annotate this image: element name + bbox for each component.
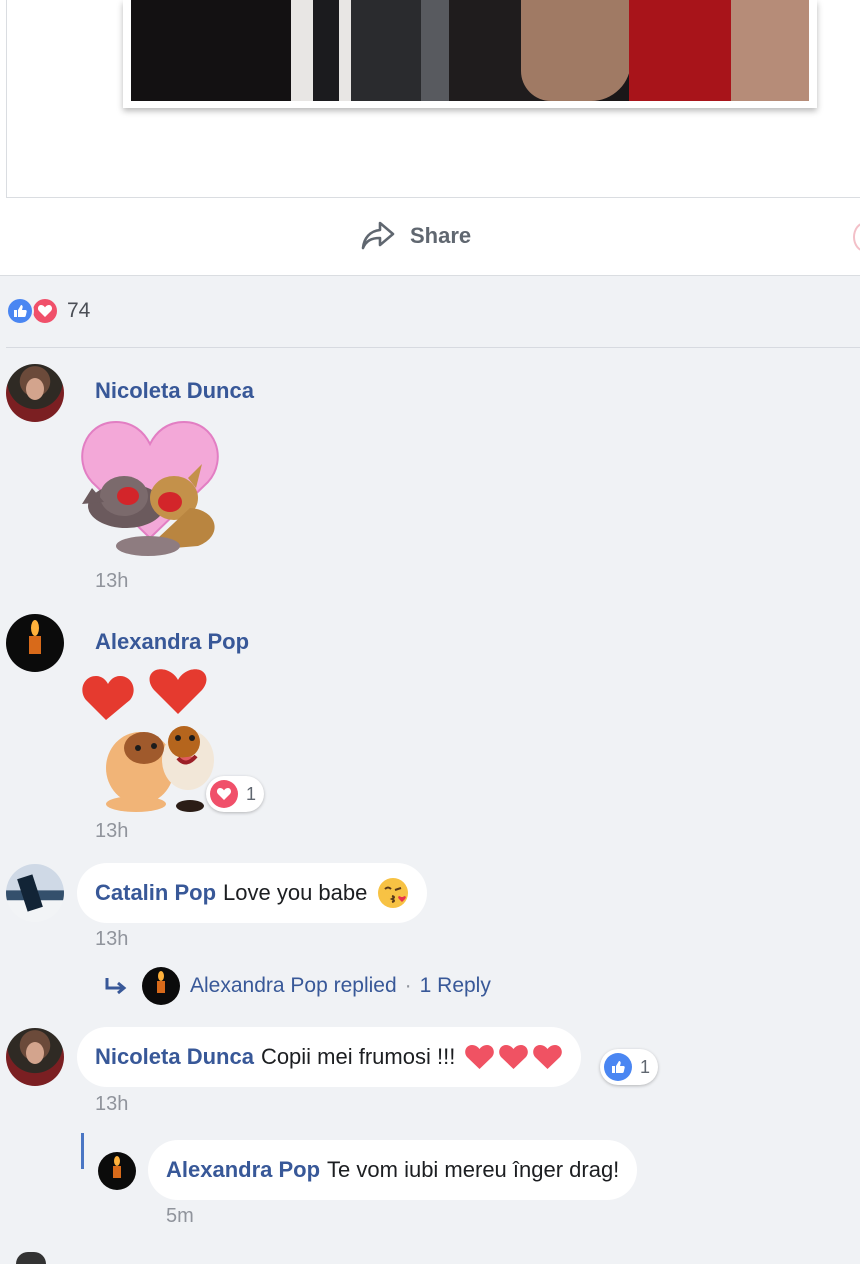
reaction-count: 1 [640,1056,651,1077]
reactions-summary[interactable]: 74 [6,296,90,326]
reply-time[interactable]: 5m [166,1205,194,1228]
replies-summary-text[interactable]: Alexandra Pop replied [190,974,397,998]
comment-time[interactable]: 13h [95,928,128,951]
avatar[interactable] [6,1028,64,1086]
replies-count[interactable]: 1 Reply [420,974,491,998]
love-reaction-icon [210,780,238,808]
avatar[interactable] [16,1252,46,1264]
comment-time[interactable]: 13h [95,570,128,593]
reply-thread-line [81,1133,84,1169]
sticker-image [78,418,228,568]
partial-avatar-icon [853,222,860,252]
comment-reaction-badge[interactable]: 1 [600,1049,659,1085]
comment-author[interactable]: Nicoleta Dunca [95,1044,254,1070]
shared-photo[interactable] [123,0,817,108]
share-label: Share [410,223,472,248]
comment-author[interactable]: Nicoleta Dunca [95,378,254,404]
comment-text: Love you babe [223,880,368,905]
separator-dot: · [404,974,412,997]
share-icon [361,221,395,250]
divider [6,347,860,348]
candle-icon [113,1156,121,1179]
view-replies-link[interactable]: Alexandra Pop replied · 1 Reply [104,966,491,1006]
photo-image[interactable] [131,0,809,101]
heart-icon [499,1045,529,1069]
comment-text: Copii mei frumosi !!! [260,1044,456,1069]
comment-author[interactable]: Alexandra Pop [95,629,249,655]
heart-emoji-group [461,1043,563,1071]
comment-time[interactable]: 13h [95,820,128,843]
reply-author[interactable]: Alexandra Pop [166,1157,320,1183]
post-card: Share [0,0,860,275]
like-reaction-icon [6,297,34,325]
comment-author[interactable]: Catalin Pop [95,880,216,906]
candle-icon [29,620,41,655]
candle-icon [157,971,165,994]
avatar[interactable] [6,614,64,672]
like-reaction-icon [604,1053,632,1081]
reply-arrow-icon [105,978,127,995]
reply-text: Te vom iubi mereu înger drag! [327,1157,620,1182]
avatar[interactable] [6,864,64,922]
avatar [142,967,180,1005]
comment-reaction-badge[interactable]: 1 [206,776,265,812]
comment-time[interactable]: 13h [95,1093,128,1116]
divider [0,275,860,276]
heart-icon [533,1045,563,1069]
kissing-face-icon [377,877,409,909]
post-content-frame [6,0,860,198]
reaction-count[interactable]: 74 [67,299,90,323]
reply-bubble: Alexandra Pop Te vom iubi mereu înger dr… [148,1140,638,1200]
reaction-count: 1 [246,783,257,804]
heart-icon [465,1045,495,1069]
comment-bubble: Nicoleta Dunca Copii mei frumosi !!! [77,1027,582,1087]
share-button[interactable]: Share [360,217,471,255]
avatar[interactable] [6,364,64,422]
love-reaction-icon [31,297,59,325]
comment-bubble: Catalin Pop Love you babe [77,863,428,923]
avatar[interactable] [98,1152,136,1190]
